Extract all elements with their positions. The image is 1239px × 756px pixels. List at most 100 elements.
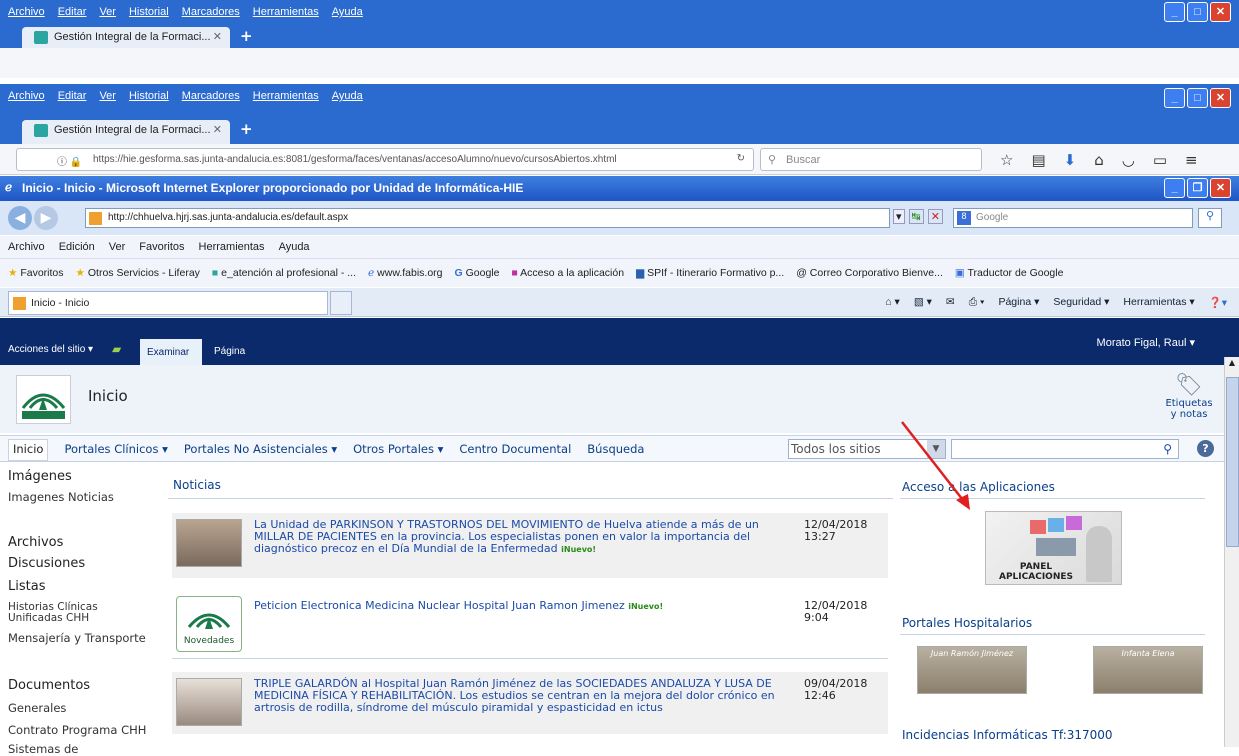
tools-menu[interactable]: Herramientas ▾ <box>1123 296 1194 309</box>
user-menu[interactable]: Morato Figal, Raul ▾ <box>1097 336 1195 349</box>
firefox-search-field[interactable]: ⚲ Buscar <box>760 148 982 171</box>
bookmark-star-icon[interactable]: ☆ <box>1000 151 1013 169</box>
ie-tab[interactable]: Inicio - Inicio <box>8 291 328 315</box>
nav-otros-portales[interactable]: Otros Portales ▾ <box>353 442 443 461</box>
fav-favoritos[interactable]: ★ Favoritos <box>8 267 64 279</box>
new-tab-icon[interactable]: + <box>240 27 253 45</box>
ie-search-field[interactable]: 8 Google <box>953 208 1193 228</box>
nav-busqueda[interactable]: Búsqueda <box>587 442 644 461</box>
ql-sistemas[interactable]: Sistemas de <box>8 742 78 756</box>
close-button[interactable]: ✕ <box>1210 178 1231 198</box>
fav-spif[interactable]: ▆ SPIf - Itinerario Formativo p... <box>636 267 784 279</box>
nav-portales-no-asistenciales[interactable]: Portales No Asistenciales ▾ <box>184 442 337 461</box>
menu-archivo[interactable]: Archivo <box>8 241 45 253</box>
ql-listas[interactable]: Listas <box>8 579 45 594</box>
page-menu[interactable]: Página ▾ <box>998 296 1039 309</box>
minimize-button[interactable]: _ <box>1164 178 1185 198</box>
menu-herramientas[interactable]: Herramientas <box>253 90 319 102</box>
menu-ver[interactable]: Ver <box>109 241 126 253</box>
close-button[interactable]: ✕ <box>1210 88 1231 108</box>
menu-historial[interactable]: Historial <box>129 90 169 102</box>
fav-google[interactable]: G Google <box>455 267 500 279</box>
home-icon[interactable]: ⌂ ▾ <box>885 296 900 309</box>
help-icon[interactable]: ❓▾ <box>1209 296 1227 309</box>
menu-ver[interactable]: Ver <box>99 6 116 18</box>
menu-archivo[interactable]: Archivo <box>8 90 45 102</box>
close-button[interactable]: ✕ <box>1210 2 1231 22</box>
security-menu[interactable]: Seguridad ▾ <box>1053 296 1109 309</box>
reload-icon[interactable]: ↻ <box>737 153 745 164</box>
news-item[interactable]: La Unidad de PARKINSON Y TRASTORNOS DEL … <box>172 513 888 578</box>
maximize-button[interactable]: □ <box>1187 88 1208 108</box>
menu-ayuda[interactable]: Ayuda <box>279 241 310 253</box>
news-link[interactable]: Peticion Electronica Medicina Nuclear Ho… <box>254 600 794 613</box>
navigate-up-icon[interactable]: ▰ <box>112 342 121 356</box>
search-icon[interactable]: ⚲ <box>1163 442 1172 456</box>
panel-aplicaciones-link[interactable]: PANEL APLICACIONES <box>985 511 1122 585</box>
print-icon[interactable]: ⎙ ▾ <box>969 296 985 309</box>
menu-ver[interactable]: Ver <box>99 90 116 102</box>
fav-fabis[interactable]: ℯ www.fabis.org <box>368 267 443 279</box>
tags-notes-button[interactable]: 🏷 Etiquetas y notas <box>1164 373 1214 420</box>
ql-historias[interactable]: Historias Clínicas Unificadas CHH <box>8 602 148 624</box>
site-actions-menu[interactable]: Acciones del sitio ▾ <box>8 344 93 355</box>
news-link[interactable]: La Unidad de PARKINSON Y TRASTORNOS DEL … <box>254 519 794 556</box>
feeds-icon[interactable]: ▧ ▾ <box>914 296 932 309</box>
reader-icon[interactable]: ▤ <box>1031 151 1045 169</box>
firefox-tab-2[interactable]: Gestión Integral de la Formaci... ✕ <box>22 120 230 144</box>
nav-inicio[interactable]: Inicio <box>8 439 49 461</box>
junta-logo[interactable] <box>16 375 71 424</box>
nav-centro-documental[interactable]: Centro Documental <box>459 442 571 461</box>
menu-marcadores[interactable]: Marcadores <box>182 6 240 18</box>
forward-button[interactable]: ▶ <box>34 206 58 230</box>
menu-historial[interactable]: Historial <box>129 6 169 18</box>
menu-ayuda[interactable]: Ayuda <box>332 90 363 102</box>
menu-ayuda[interactable]: Ayuda <box>332 6 363 18</box>
fav-traductor[interactable]: ▣ Traductor de Google <box>955 267 1064 279</box>
scroll-up-icon[interactable]: ▲ <box>1226 358 1238 372</box>
ql-contrato[interactable]: Contrato Programa CHH <box>8 723 146 737</box>
mail-icon[interactable]: ✉ <box>946 296 955 309</box>
new-tab-icon[interactable]: + <box>240 120 253 138</box>
menu-edicion[interactable]: Edición <box>59 241 95 253</box>
menu-herramientas[interactable]: Herramientas <box>199 241 265 253</box>
page-scrollbar[interactable]: ▲ <box>1224 357 1239 747</box>
menu-herramientas[interactable]: Herramientas <box>253 6 319 18</box>
news-item[interactable]: Novedades Peticion Electronica Medicina … <box>172 590 888 652</box>
print-icon[interactable]: ▭ <box>1153 151 1167 169</box>
ql-mensajeria[interactable]: Mensajería y Transporte <box>8 631 146 645</box>
nav-portales-clinicos[interactable]: Portales Clínicos ▾ <box>64 442 167 461</box>
menu-favoritos[interactable]: Favoritos <box>139 241 184 253</box>
back-button[interactable]: ◀ <box>8 206 32 230</box>
news-item[interactable]: TRIPLE GALARDÓN al Hospital Juan Ramón J… <box>172 672 888 734</box>
fav-acceso[interactable]: ■ Acceso a la aplicación <box>511 267 624 279</box>
fav-liferay[interactable]: ★ Otros Servicios - Liferay <box>76 267 200 279</box>
download-icon[interactable]: ⬇ <box>1064 151 1077 169</box>
menu-archivo[interactable]: Archivo <box>8 6 45 18</box>
minimize-button[interactable]: _ <box>1164 88 1185 108</box>
refresh-icon[interactable]: ↹ <box>908 209 924 224</box>
menu-icon[interactable]: ≡ <box>1185 151 1198 169</box>
stop-icon[interactable]: ✕ <box>927 209 943 224</box>
menu-marcadores[interactable]: Marcadores <box>182 90 240 102</box>
menu-editar[interactable]: Editar <box>58 6 87 18</box>
fav-atencion[interactable]: ■ e_atención al profesional - ... <box>212 267 356 279</box>
dropdown-icon[interactable]: ▾ <box>893 209 905 224</box>
news-link[interactable]: TRIPLE GALARDÓN al Hospital Juan Ramón J… <box>254 678 794 714</box>
fav-correo[interactable]: @ Correo Corporativo Bienve... <box>796 267 943 279</box>
scroll-thumb[interactable] <box>1226 377 1239 547</box>
ql-discusiones[interactable]: Discusiones <box>8 556 85 571</box>
restore-button[interactable]: ❐ <box>1187 178 1208 198</box>
ql-imagenes[interactable]: Imágenes <box>8 469 72 484</box>
tab-examinar[interactable]: Examinar <box>140 339 202 365</box>
ql-generales[interactable]: Generales <box>8 701 66 715</box>
firefox-url-bar[interactable]: ⓘ 🔒 https://hie.gesforma.sas.junta-andal… <box>16 148 754 171</box>
hospital-infanta-elena-link[interactable]: Infanta Elena <box>1093 646 1203 694</box>
home-icon[interactable]: ⌂ <box>1094 151 1104 169</box>
firefox-tab-1[interactable]: Gestión Integral de la Formaci... ✕ <box>22 27 230 48</box>
menu-editar[interactable]: Editar <box>58 90 87 102</box>
minimize-button[interactable]: _ <box>1164 2 1185 22</box>
close-tab-icon[interactable]: ✕ <box>213 123 222 136</box>
new-tab-button[interactable] <box>330 291 352 315</box>
ql-imagenes-noticias[interactable]: Imagenes Noticias <box>8 490 114 504</box>
